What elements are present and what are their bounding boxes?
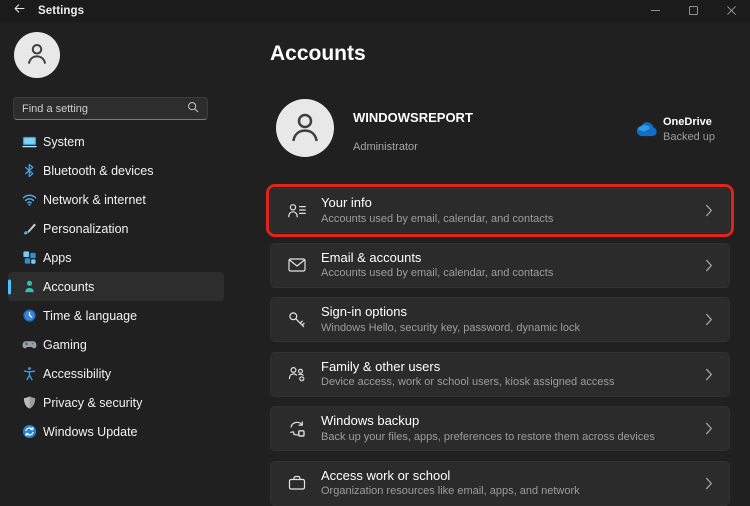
card-title: Your info [321, 195, 372, 211]
settings-card-your-info[interactable]: Your info Accounts used by email, calend… [266, 184, 734, 237]
sidebar-avatar[interactable] [14, 32, 60, 78]
account-name: WINDOWSREPORT [353, 110, 473, 125]
chevron-right-icon [705, 204, 713, 217]
close-button[interactable] [712, 0, 750, 22]
back-arrow-icon [13, 2, 26, 20]
sidebar-item-system[interactable]: System [8, 127, 224, 156]
sidebar-item-label: Personalization [43, 221, 129, 236]
settings-card-windows-backup[interactable]: Windows backup Back up your files, apps,… [270, 406, 730, 451]
gaming-icon [21, 337, 37, 353]
user-avatar-icon [285, 106, 325, 151]
user-avatar-icon [22, 38, 52, 73]
chevron-right-icon [705, 477, 713, 490]
briefcase-icon [287, 473, 307, 493]
maximize-button[interactable] [674, 0, 712, 22]
close-icon [726, 2, 736, 20]
sidebar-item-label: Gaming [43, 337, 87, 352]
settings-card-family-other-users[interactable]: Family & other users Device access, work… [270, 351, 730, 397]
sidebar-nav: System Bluetooth & devices Network & int… [8, 127, 224, 446]
your-info-icon [287, 201, 307, 221]
sidebar-item-apps[interactable]: Apps [8, 243, 224, 272]
onedrive-status: Backed up [663, 131, 715, 143]
sidebar-item-label: Accessibility [43, 366, 112, 381]
card-title: Access work or school [321, 467, 451, 483]
signin-key-icon [287, 310, 307, 330]
sidebar-item-network-internet[interactable]: Network & internet [8, 185, 224, 214]
privacy-icon [21, 395, 37, 411]
backup-icon [287, 419, 307, 439]
accounts-icon [21, 279, 37, 295]
onedrive-label[interactable]: OneDrive [663, 116, 712, 128]
sidebar-item-label: Network & internet [43, 192, 146, 207]
back-button[interactable] [4, 0, 34, 22]
card-description: Windows Hello, security key, password, d… [321, 321, 580, 334]
app-title: Settings [38, 5, 85, 17]
sidebar-item-label: Accounts [43, 279, 95, 294]
settings-card-sign-in-options[interactable]: Sign-in options Windows Hello, security … [270, 297, 730, 342]
settings-card-access-work-or-school[interactable]: Access work or school Organization resou… [270, 460, 730, 506]
apps-icon [21, 250, 37, 266]
card-description: Accounts used by email, calendar, and co… [321, 212, 554, 225]
sidebar-item-gaming[interactable]: Gaming [8, 330, 224, 359]
card-title: Family & other users [321, 358, 441, 374]
card-description: Accounts used by email, calendar, and co… [321, 267, 554, 280]
card-description: Device access, work or school users, kio… [321, 376, 615, 389]
sidebar-item-time-language[interactable]: Time & language [8, 301, 224, 330]
sidebar-item-accounts[interactable]: Accounts [8, 272, 224, 301]
chevron-right-icon [705, 422, 713, 435]
sidebar-item-label: Apps [43, 250, 72, 265]
chevron-right-icon [705, 259, 713, 272]
chevron-right-icon [705, 313, 713, 326]
time-language-icon [21, 308, 37, 324]
minimize-icon [650, 2, 660, 20]
titlebar: Settings [0, 0, 750, 22]
sidebar-item-label: Windows Update [43, 424, 138, 439]
sidebar-item-label: Bluetooth & devices [43, 163, 154, 178]
sidebar-item-privacy-security[interactable]: Privacy & security [8, 388, 224, 417]
maximize-icon [688, 2, 698, 20]
card-title: Windows backup [321, 413, 420, 429]
onedrive-cloud-icon [633, 121, 658, 138]
account-role: Administrator [353, 141, 418, 153]
bluetooth-icon [21, 163, 37, 179]
card-title: Email & accounts [321, 249, 422, 265]
selected-accent-bar [8, 279, 11, 294]
page-title: Accounts [270, 42, 366, 65]
search-box [13, 97, 208, 120]
sidebar-item-accessibility[interactable]: Accessibility [8, 359, 224, 388]
sidebar-item-label: Privacy & security [43, 395, 143, 410]
windows-update-icon [21, 424, 37, 440]
settings-card-email-accounts[interactable]: Email & accounts Accounts used by email,… [270, 242, 730, 288]
family-icon [287, 364, 307, 384]
profile-avatar [276, 99, 334, 157]
network-icon [21, 192, 37, 208]
minimize-button[interactable] [636, 0, 674, 22]
card-description: Back up your files, apps, preferences to… [321, 430, 655, 443]
card-description: Organization resources like email, apps,… [321, 485, 580, 498]
email-icon [287, 255, 307, 275]
sidebar-item-bluetooth-devices[interactable]: Bluetooth & devices [8, 156, 224, 185]
search-icon [187, 100, 199, 118]
settings-card-list: Your info Accounts used by email, calend… [266, 184, 734, 506]
accessibility-icon [21, 366, 37, 382]
sidebar-item-label: Time & language [43, 308, 138, 323]
sidebar-item-label: System [43, 134, 85, 149]
window-controls [636, 0, 750, 22]
card-title: Sign-in options [321, 304, 407, 320]
sidebar-item-windows-update[interactable]: Windows Update [8, 417, 224, 446]
system-icon [21, 134, 37, 150]
personalization-icon [21, 221, 37, 237]
sidebar-item-personalization[interactable]: Personalization [8, 214, 224, 243]
chevron-right-icon [705, 368, 713, 381]
sidebar: System Bluetooth & devices Network & int… [0, 22, 240, 500]
search-input[interactable] [22, 102, 187, 115]
